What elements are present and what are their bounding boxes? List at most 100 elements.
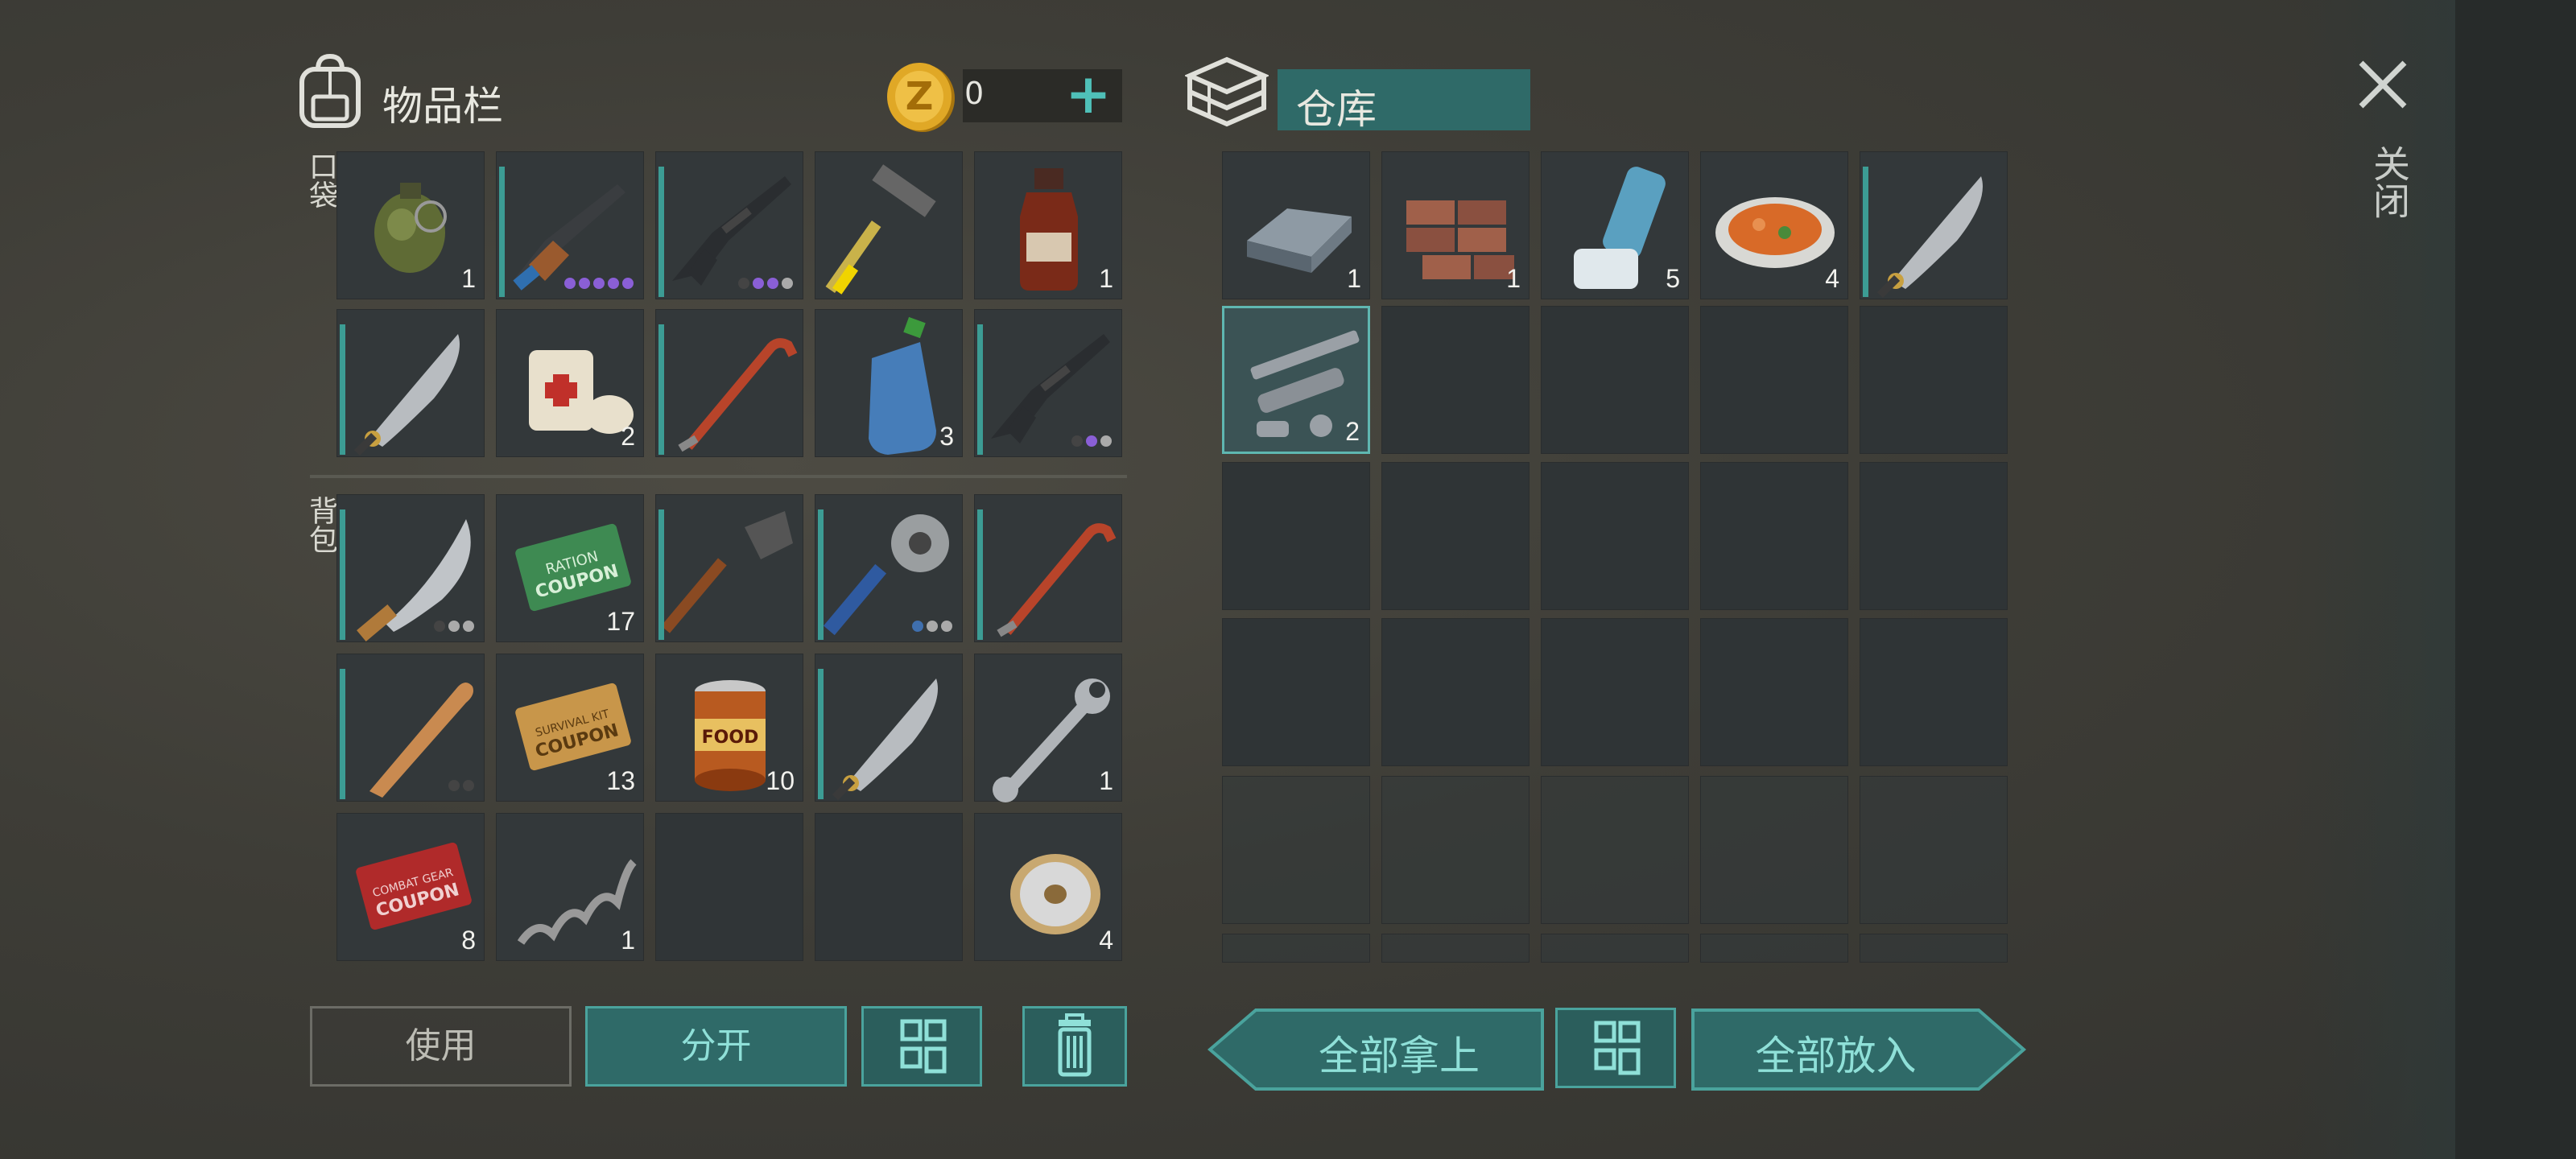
machete-icon <box>337 310 484 458</box>
sort-warehouse-button[interactable] <box>1555 1008 1676 1088</box>
rarity-dot <box>941 621 952 632</box>
warehouse-slot-empty[interactable] <box>1222 462 1370 610</box>
rarity-dot <box>753 278 764 289</box>
inventory-title: 物品栏 <box>382 83 503 130</box>
inv-backpack-slot-wrench[interactable]: 1 <box>974 654 1122 802</box>
split-button[interactable]: 分开 <box>585 1006 847 1087</box>
rarity-dot <box>564 278 576 289</box>
trash-button[interactable] <box>1022 1006 1127 1087</box>
warehouse-slot-empty[interactable] <box>1860 306 2008 454</box>
inv-pocket-slot-water-bottle[interactable]: 3 <box>815 309 963 457</box>
inv-pocket-slot-hammer[interactable] <box>815 151 963 299</box>
warehouse-slot-empty[interactable] <box>1700 776 1848 924</box>
inv-backpack-slot-machete[interactable] <box>815 654 963 802</box>
rarity-dot <box>927 621 938 632</box>
item-quantity: 5 <box>1666 264 1680 293</box>
warehouse-slot-empty[interactable] <box>1381 776 1530 924</box>
inv-backpack-slot-ration-coupon[interactable]: RATION COUPON 17 <box>496 494 644 642</box>
item-quantity: 17 <box>606 607 635 636</box>
warehouse-slot-empty[interactable] <box>1381 618 1530 766</box>
item-quantity: 1 <box>621 926 635 955</box>
warehouse-slot-empty[interactable] <box>1860 776 2008 924</box>
svg-text:FOOD: FOOD <box>702 728 759 748</box>
sort-inventory-button[interactable] <box>861 1006 982 1087</box>
take-all-button[interactable]: 全部拿上 <box>1208 1008 1546 1091</box>
warehouse-slot-empty[interactable] <box>1541 618 1689 766</box>
close-label[interactable]: 关闭 <box>2363 145 2416 219</box>
inv-backpack-slot-survival-coupon[interactable]: SURVIVAL KIT COUPON 13 <box>496 654 644 802</box>
warehouse-slot-empty[interactable] <box>1541 462 1689 610</box>
warehouse-slot-empty[interactable] <box>1222 934 1370 963</box>
rarity-dot <box>463 621 474 632</box>
inv-pocket-slot-m4-rifle[interactable] <box>655 151 803 299</box>
warehouse-slot-food-plate[interactable]: 4 <box>1700 151 1848 299</box>
warehouse-slot-empty[interactable] <box>1222 618 1370 766</box>
use-button[interactable]: 使用 <box>310 1006 572 1087</box>
inv-pocket-slot-machete[interactable] <box>336 309 485 457</box>
rarity-dot <box>782 278 793 289</box>
inv-backpack-slot-empty[interactable] <box>815 813 963 961</box>
warehouse-slot-empty[interactable] <box>1860 618 2008 766</box>
inv-backpack-slot-canned-food[interactable]: FOOD 10 <box>655 654 803 802</box>
inv-pocket-slot-grenade[interactable]: 1 <box>336 151 485 299</box>
warehouse-slot-empty[interactable] <box>1860 462 2008 610</box>
item-quantity: 4 <box>1099 926 1113 955</box>
warehouse-slot-empty[interactable] <box>1381 462 1530 610</box>
durability-bar <box>658 324 664 455</box>
warehouse-slot-empty[interactable] <box>1541 306 1689 454</box>
warehouse-slot-empty[interactable] <box>1700 618 1848 766</box>
inv-pocket-slot-bottle[interactable]: 1 <box>974 151 1122 299</box>
inv-backpack-slot-wire-spool[interactable]: 4 <box>974 813 1122 961</box>
rarity-dot <box>434 621 445 632</box>
rarity-dots <box>912 621 952 632</box>
warehouse-slot-bricks[interactable]: 1 <box>1381 151 1530 299</box>
crowbar-icon <box>975 495 1121 643</box>
durability-bar <box>818 669 824 799</box>
sort-grid-icon <box>900 1019 947 1074</box>
item-quantity: 2 <box>621 422 635 451</box>
warehouse-slot-empty[interactable] <box>1860 934 2008 963</box>
inv-pocket-slot-bandage[interactable]: 2 <box>496 309 644 457</box>
inv-pocket-slot-crowbar[interactable] <box>655 309 803 457</box>
crowbar-icon <box>656 310 803 458</box>
add-coins-button[interactable]: + <box>1064 68 1113 122</box>
inv-backpack-slot-combat-coupon[interactable]: COMBAT GEAR COUPON 8 <box>336 813 485 961</box>
warehouse-slot-machete[interactable] <box>1860 151 2008 299</box>
warehouse-slot-empty[interactable] <box>1700 462 1848 610</box>
inv-backpack-slot-empty[interactable] <box>655 813 803 961</box>
warehouse-slot-empty[interactable] <box>1700 934 1848 963</box>
warehouse-slot-empty[interactable] <box>1222 776 1370 924</box>
hammer-icon <box>815 152 962 300</box>
warehouse-slot-iron-ingot[interactable]: 1 <box>1222 151 1370 299</box>
close-icon[interactable] <box>2355 56 2411 113</box>
rarity-dot <box>1071 435 1083 447</box>
inv-backpack-slot-saw-club[interactable] <box>815 494 963 642</box>
inv-backpack-slot-baseball-bat[interactable] <box>336 654 485 802</box>
inv-backpack-slot-crowbar[interactable] <box>974 494 1122 642</box>
durability-bar <box>977 509 983 640</box>
warehouse-slot-empty[interactable] <box>1541 776 1689 924</box>
inv-pocket-slot-m4-rifle[interactable] <box>974 309 1122 457</box>
inv-backpack-slot-spring[interactable]: 1 <box>496 813 644 961</box>
inv-backpack-slot-machete-large[interactable] <box>336 494 485 642</box>
warehouse-slot-empty[interactable] <box>1541 934 1689 963</box>
take-all-label: 全部拿上 <box>1319 1033 1480 1079</box>
warehouse-slot-empty[interactable] <box>1700 306 1848 454</box>
rarity-dot <box>448 621 460 632</box>
durability-bar <box>658 509 664 640</box>
item-quantity: 13 <box>606 766 635 795</box>
durability-bar <box>818 509 824 640</box>
warehouse-slot-inhaler[interactable]: 5 <box>1541 151 1689 299</box>
shovel-icon <box>656 495 803 643</box>
inv-pocket-slot-ak-rifle[interactable] <box>496 151 644 299</box>
durability-bar <box>658 167 664 297</box>
rarity-dot <box>608 278 619 289</box>
warehouse-slot-empty[interactable] <box>1381 306 1530 454</box>
rarity-dot <box>1100 435 1112 447</box>
inv-backpack-slot-shovel[interactable] <box>655 494 803 642</box>
put-all-button[interactable]: 全部放入 <box>1690 1008 2027 1091</box>
warehouse-slot-empty[interactable] <box>1381 934 1530 963</box>
rarity-dots <box>1071 435 1112 447</box>
warehouse-slot-pipe-parts[interactable]: 2 <box>1222 306 1370 454</box>
pocket-label: 口袋 <box>304 151 337 209</box>
